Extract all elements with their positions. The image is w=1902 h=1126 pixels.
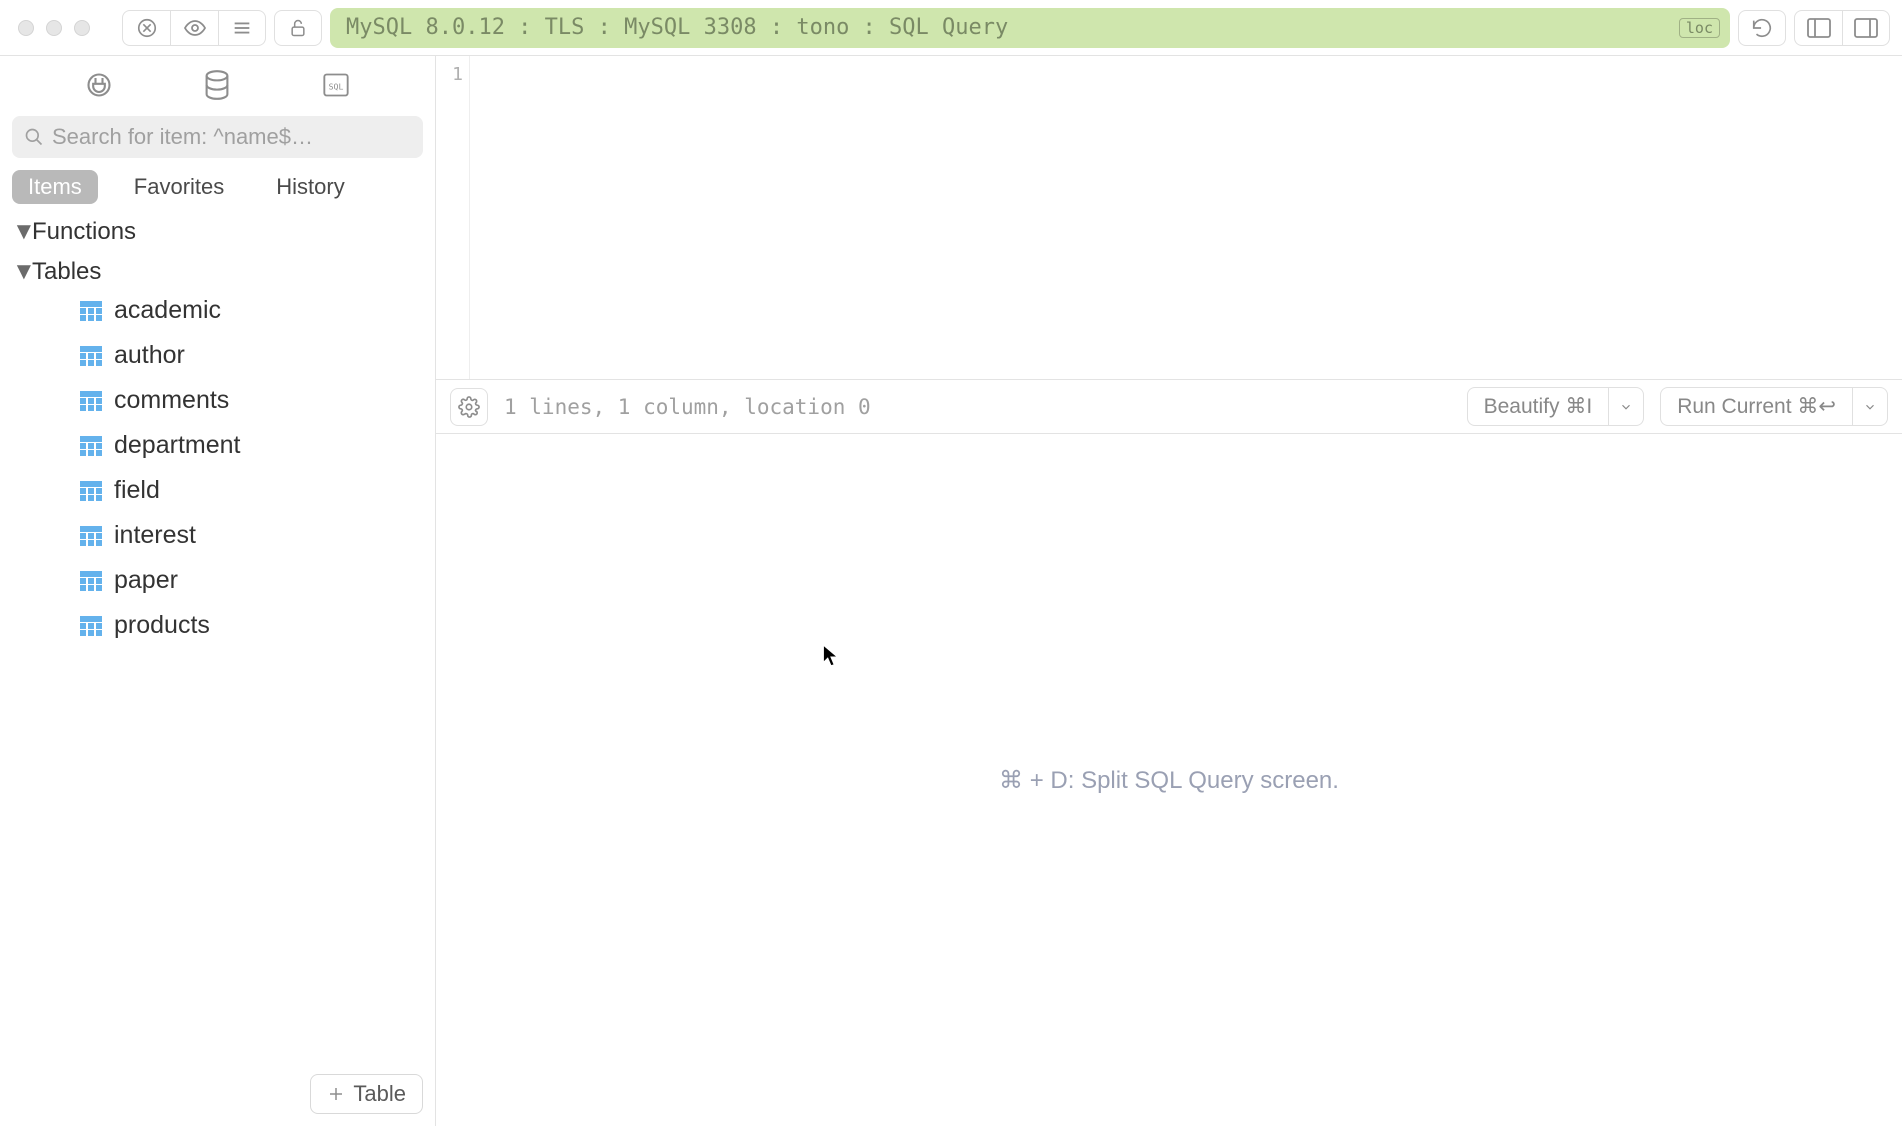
location-badge: loc bbox=[1679, 18, 1720, 38]
main: SQL Items Favorites History ▼ Functions … bbox=[0, 56, 1902, 1126]
window-controls bbox=[18, 20, 90, 36]
table-item-interest[interactable]: interest bbox=[0, 513, 435, 558]
toggle-right-panel-button[interactable] bbox=[1842, 10, 1890, 46]
table-item-author[interactable]: author bbox=[0, 333, 435, 378]
sidebar-mode-tabs: SQL bbox=[0, 56, 435, 110]
editor-statusbar: 1 lines, 1 column, location 0 Beautify ⌘… bbox=[436, 380, 1902, 434]
gear-button[interactable] bbox=[450, 388, 488, 426]
table-label: field bbox=[114, 476, 160, 505]
sidebar-filter-tabs: Items Favorites History bbox=[0, 164, 435, 212]
chevron-down-icon bbox=[1619, 400, 1633, 414]
sidebar-tree: ▼ Functions ▼ Tables academic author com… bbox=[0, 212, 435, 1062]
table-item-academic[interactable]: academic bbox=[0, 288, 435, 333]
run-button[interactable]: Run Current ⌘↩ bbox=[1661, 388, 1852, 425]
cursor-icon bbox=[822, 644, 840, 668]
chevron-down-icon: ▼ bbox=[12, 258, 28, 286]
view-button[interactable] bbox=[170, 10, 218, 46]
connection-bar[interactable]: MySQL 8.0.12 : TLS : MySQL 3308 : tono :… bbox=[330, 8, 1730, 48]
close-window-icon[interactable] bbox=[18, 20, 34, 36]
database-icon[interactable] bbox=[200, 68, 234, 102]
zoom-window-icon[interactable] bbox=[74, 20, 90, 36]
table-icon bbox=[80, 391, 102, 411]
sidebar: SQL Items Favorites History ▼ Functions … bbox=[0, 56, 436, 1126]
chevron-down-icon bbox=[1863, 400, 1877, 414]
table-item-products[interactable]: products bbox=[0, 603, 435, 648]
refresh-button[interactable] bbox=[1738, 10, 1786, 46]
section-functions[interactable]: ▼ Functions bbox=[0, 216, 435, 248]
plus-icon bbox=[327, 1085, 345, 1103]
toolbar-group-nav bbox=[122, 10, 266, 46]
table-icon bbox=[80, 436, 102, 456]
table-item-field[interactable]: field bbox=[0, 468, 435, 513]
add-table-label: Table bbox=[353, 1081, 406, 1107]
svg-text:SQL: SQL bbox=[328, 82, 343, 92]
table-label: author bbox=[114, 341, 185, 370]
line-number: 1 bbox=[436, 64, 463, 85]
table-item-comments[interactable]: comments bbox=[0, 378, 435, 423]
tab-history[interactable]: History bbox=[260, 170, 360, 204]
table-label: interest bbox=[114, 521, 196, 550]
tab-favorites[interactable]: Favorites bbox=[118, 170, 240, 204]
sidebar-footer: Table bbox=[0, 1062, 435, 1126]
lock-button[interactable] bbox=[274, 10, 322, 46]
chevron-down-icon: ▼ bbox=[12, 218, 28, 246]
table-icon bbox=[80, 346, 102, 366]
section-label: Tables bbox=[32, 258, 101, 286]
run-group: Run Current ⌘↩ bbox=[1660, 387, 1888, 426]
table-icon bbox=[80, 616, 102, 636]
table-label: academic bbox=[114, 296, 221, 325]
table-icon bbox=[80, 301, 102, 321]
minimize-window-icon[interactable] bbox=[46, 20, 62, 36]
plug-icon[interactable] bbox=[82, 68, 116, 102]
content-area: 1 1 lines, 1 column, location 0 Beautify… bbox=[436, 56, 1902, 1126]
beautify-button[interactable]: Beautify ⌘I bbox=[1468, 388, 1609, 425]
table-label: department bbox=[114, 431, 240, 460]
table-item-department[interactable]: department bbox=[0, 423, 435, 468]
results-pane: ⌘ + D: Split SQL Query screen. bbox=[436, 434, 1902, 1126]
table-item-paper[interactable]: paper bbox=[0, 558, 435, 603]
beautify-dropdown[interactable] bbox=[1608, 388, 1643, 425]
toolbar-group-panels bbox=[1794, 10, 1890, 46]
table-icon bbox=[80, 481, 102, 501]
editor-body[interactable] bbox=[470, 56, 1902, 379]
sql-icon[interactable]: SQL bbox=[319, 68, 353, 102]
connection-title: MySQL 8.0.12 : TLS : MySQL 3308 : tono :… bbox=[346, 15, 1008, 40]
table-icon bbox=[80, 526, 102, 546]
split-hint: ⌘ + D: Split SQL Query screen. bbox=[999, 766, 1339, 795]
table-label: paper bbox=[114, 566, 178, 595]
stop-button[interactable] bbox=[122, 10, 170, 46]
toggle-left-panel-button[interactable] bbox=[1794, 10, 1842, 46]
editor-status-text: 1 lines, 1 column, location 0 bbox=[504, 395, 1451, 419]
toolbar: MySQL 8.0.12 : TLS : MySQL 3308 : tono :… bbox=[0, 0, 1902, 56]
section-label: Functions bbox=[32, 218, 136, 246]
run-dropdown[interactable] bbox=[1852, 388, 1887, 425]
table-icon bbox=[80, 571, 102, 591]
tab-items[interactable]: Items bbox=[12, 170, 98, 204]
table-label: comments bbox=[114, 386, 229, 415]
section-tables[interactable]: ▼ Tables bbox=[0, 256, 435, 288]
search-input[interactable] bbox=[52, 124, 411, 150]
table-label: products bbox=[114, 611, 210, 640]
sql-editor[interactable]: 1 bbox=[436, 56, 1902, 380]
editor-gutter: 1 bbox=[436, 56, 470, 379]
search-box[interactable] bbox=[12, 116, 423, 158]
add-table-button[interactable]: Table bbox=[310, 1074, 423, 1114]
gear-icon bbox=[458, 396, 480, 418]
list-button[interactable] bbox=[218, 10, 266, 46]
sidebar-search-row bbox=[0, 110, 435, 164]
search-icon bbox=[24, 127, 44, 147]
beautify-group: Beautify ⌘I bbox=[1467, 387, 1645, 426]
